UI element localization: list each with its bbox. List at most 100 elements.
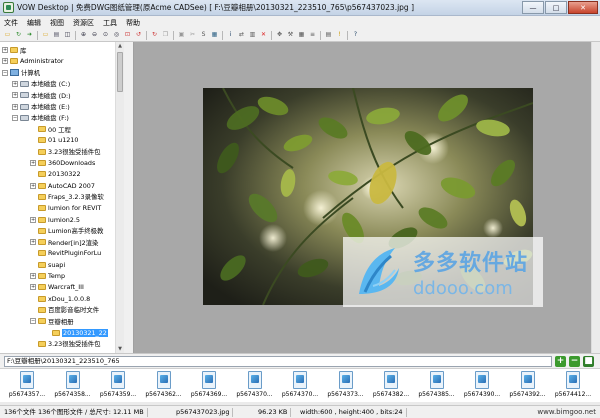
open-folder-icon[interactable]: ▭ <box>3 31 12 40</box>
thumbnail-item[interactable]: p5674369... <box>186 371 232 403</box>
expander-icon[interactable]: + <box>30 273 36 279</box>
tree-item[interactable]: + Warcraft_III <box>30 282 84 292</box>
help-icon[interactable]: ? <box>351 31 360 40</box>
expander-icon[interactable]: + <box>2 47 8 53</box>
menu-file[interactable]: 文件 <box>4 18 18 28</box>
rotate-left-icon[interactable]: ↺ <box>134 31 143 40</box>
expander-icon[interactable]: + <box>30 239 36 246</box>
tree-item[interactable]: + Temp <box>30 271 65 281</box>
tree-item[interactable]: + lumion2.5 <box>30 215 80 225</box>
thumbnail-item[interactable]: p5674359... <box>95 371 141 403</box>
close-button[interactable]: ✕ <box>568 1 598 14</box>
expander-icon[interactable]: + <box>12 103 18 110</box>
tree-item[interactable]: 20130321_22 <box>44 328 108 338</box>
tree-item[interactable]: + 本地磁盘 (C:) <box>12 79 70 89</box>
convert-icon[interactable]: ⇄ <box>237 31 246 40</box>
thumbnail-item[interactable]: p5674382... <box>368 371 414 403</box>
thumbnail-item[interactable]: p5674370... <box>277 371 323 403</box>
tree-scrollbar[interactable]: ▲ ▼ <box>115 42 124 353</box>
folder-icon[interactable]: ▭ <box>41 31 50 40</box>
sheet-icon[interactable]: ▤ <box>52 31 61 40</box>
tree-item[interactable]: 3.23很独受插件包 <box>30 147 101 157</box>
tree-item[interactable]: 百度影音临时文件 <box>30 305 99 315</box>
tree-item[interactable]: + 本地磁盘 (E:) <box>12 102 70 112</box>
tools-icon[interactable]: ⚒ <box>286 31 295 40</box>
dual-view-icon[interactable]: ◫ <box>63 31 72 40</box>
tree-item[interactable]: + AutoCAD 2007 <box>30 181 95 191</box>
green-arrow-icon[interactable]: ➜ <box>25 31 34 40</box>
expander-icon[interactable]: + <box>30 160 36 166</box>
thumbnail-item[interactable]: p5674412... <box>550 371 596 403</box>
tree-item[interactable]: 20130322 <box>30 169 81 179</box>
tree-item[interactable]: Lumion高手终极教 <box>30 226 103 236</box>
tree-item[interactable]: lumion for REVIT <box>30 203 101 213</box>
tree-item[interactable]: +360Downloads <box>30 158 95 168</box>
expander-icon[interactable]: + <box>2 58 8 65</box>
zoom-in-icon[interactable]: ⊕ <box>79 31 88 40</box>
tree-item[interactable]: 00 工程 <box>30 124 71 134</box>
maximize-button[interactable]: □ <box>545 1 567 14</box>
expander-icon[interactable]: − <box>2 69 8 76</box>
move-icon[interactable]: ✥ <box>275 31 284 40</box>
add-button[interactable]: + <box>555 356 566 367</box>
expander-icon[interactable]: + <box>12 80 18 87</box>
expander-icon[interactable]: + <box>30 216 36 223</box>
splitter[interactable] <box>124 42 134 353</box>
tree-scroll-thumb[interactable] <box>117 52 123 92</box>
expander-icon[interactable]: − <box>12 114 18 121</box>
expander-icon[interactable]: + <box>12 92 18 99</box>
thumbnail-item[interactable]: p5674392... <box>505 371 551 403</box>
s-icon[interactable]: S <box>199 31 208 40</box>
menu-resource[interactable]: 资源区 <box>73 18 94 28</box>
info-icon[interactable]: i <box>226 31 235 40</box>
thumbnail-item[interactable]: p5674370... <box>232 371 278 403</box>
scroll-up-icon[interactable]: ▲ <box>116 42 124 50</box>
tree-item[interactable]: 3.23很独受插件包 <box>30 339 101 349</box>
zoom-fit-icon[interactable]: ⊙ <box>101 31 110 40</box>
menu-tools[interactable]: 工具 <box>103 18 117 28</box>
zoom-100-icon[interactable]: ◎ <box>112 31 121 40</box>
cut-icon[interactable]: ✂ <box>188 31 197 40</box>
print-icon[interactable]: ▥ <box>248 31 257 40</box>
thumbnail-item[interactable]: p5674358... <box>50 371 96 403</box>
paste-icon[interactable]: ▣ <box>177 31 186 40</box>
menu-help[interactable]: 帮助 <box>126 18 140 28</box>
list-icon[interactable]: ≡ <box>308 31 317 40</box>
preview-scrollbar[interactable] <box>591 42 600 353</box>
path-input[interactable]: F:\豆瓣相册\20130321_223510_765 <box>4 356 552 367</box>
zoom-out-icon[interactable]: ⊖ <box>90 31 99 40</box>
tree-item[interactable]: + Render[in]2渲染 <box>30 237 98 247</box>
scroll-down-icon[interactable]: ▼ <box>116 345 124 353</box>
apply-button[interactable]: ■ <box>583 356 594 367</box>
tree-item[interactable]: − 本地磁盘 (F:) <box>12 113 69 123</box>
tree-item[interactable]: + 库 <box>2 45 26 55</box>
table-icon[interactable]: ▤ <box>324 31 333 40</box>
expander-icon[interactable]: + <box>30 284 36 291</box>
delete-icon[interactable]: ✕ <box>259 31 268 40</box>
minimize-button[interactable]: — <box>522 1 544 14</box>
folder-tree[interactable]: + 库 + Administrator − 计算机 + 本地磁盘 (C:) + 本地磁盘 (D:)… <box>0 42 124 353</box>
tree-item[interactable]: − 计算机 <box>2 68 40 78</box>
zoom-window-icon[interactable]: ⊡ <box>123 31 132 40</box>
thumbnail-item[interactable]: p5674385... <box>414 371 460 403</box>
rotate-right-icon[interactable]: ↻ <box>150 31 159 40</box>
refresh-icon[interactable]: ↻ <box>14 31 23 40</box>
thumbnail-item[interactable]: p5674373... <box>323 371 369 403</box>
thumbnail-item[interactable]: p5674390... <box>459 371 505 403</box>
expander-icon[interactable]: + <box>30 182 36 189</box>
expander-icon[interactable]: − <box>30 318 36 325</box>
copy-icon[interactable]: ❐ <box>161 31 170 40</box>
image-icon[interactable]: ▦ <box>210 31 219 40</box>
tree-item[interactable]: Fraps_3.2.3录像软 <box>30 192 104 202</box>
tree-item[interactable]: suapi <box>30 260 65 270</box>
thumbnail-item[interactable]: p5674362... <box>141 371 187 403</box>
grid-icon[interactable]: ▦ <box>297 31 306 40</box>
thumbnail-strip[interactable]: p5674357... p5674358... p5674359... p567436… <box>0 368 600 404</box>
menu-edit[interactable]: 编辑 <box>27 18 41 28</box>
warning-icon[interactable]: ! <box>335 31 344 40</box>
remove-button[interactable]: − <box>569 356 580 367</box>
thumbnail-item[interactable]: p5674357... <box>4 371 50 403</box>
tree-item[interactable]: xDou_1.0.0.8 <box>30 294 90 304</box>
tree-item[interactable]: + Administrator <box>2 56 64 66</box>
menu-view[interactable]: 视图 <box>50 18 64 28</box>
